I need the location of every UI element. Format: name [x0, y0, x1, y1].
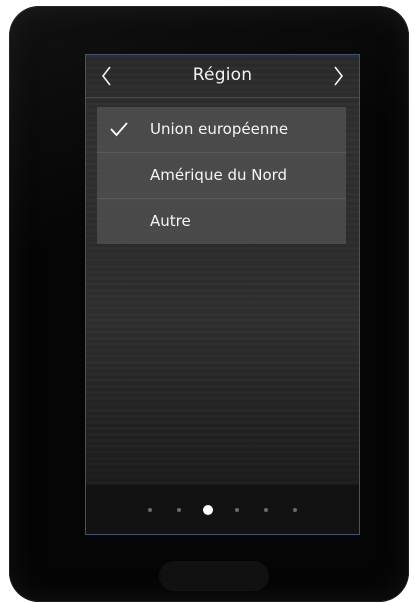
- next-button[interactable]: [321, 55, 357, 97]
- page-dot-3[interactable]: [194, 504, 223, 516]
- page-dot-6[interactable]: [281, 504, 310, 516]
- region-option-autre[interactable]: Autre: [97, 199, 346, 244]
- region-option-amerique-du-nord[interactable]: Amérique du Nord: [97, 153, 346, 199]
- page-dot-5[interactable]: [252, 504, 281, 516]
- dot-marker: [148, 507, 152, 512]
- checkmark-icon: [110, 122, 128, 137]
- region-option-label: Union européenne: [150, 120, 289, 138]
- touch-screen: Région Union européenne Amérique du Nord…: [85, 54, 360, 535]
- page-dot-2[interactable]: [165, 504, 194, 516]
- region-option-label: Amérique du Nord: [150, 166, 288, 184]
- region-option-union-europeenne[interactable]: Union européenne: [97, 107, 346, 153]
- page-dot-1[interactable]: [136, 504, 165, 516]
- page-indicator: [86, 485, 359, 534]
- page-title: Région: [192, 65, 253, 85]
- dot-marker: [264, 507, 268, 512]
- dot-marker: [203, 504, 213, 515]
- region-list: Union européenne Amérique du Nord Autre: [97, 107, 346, 244]
- header-bar: Région: [86, 55, 359, 98]
- chevron-right-icon: [334, 66, 344, 86]
- chevron-left-icon: [101, 66, 111, 86]
- page-dot-4[interactable]: [223, 504, 252, 516]
- region-option-label: Autre: [150, 212, 191, 230]
- previous-button[interactable]: [88, 55, 124, 97]
- dot-marker: [177, 507, 181, 512]
- dot-marker: [235, 507, 239, 512]
- dot-marker: [293, 507, 297, 512]
- device-home-area: [159, 561, 269, 591]
